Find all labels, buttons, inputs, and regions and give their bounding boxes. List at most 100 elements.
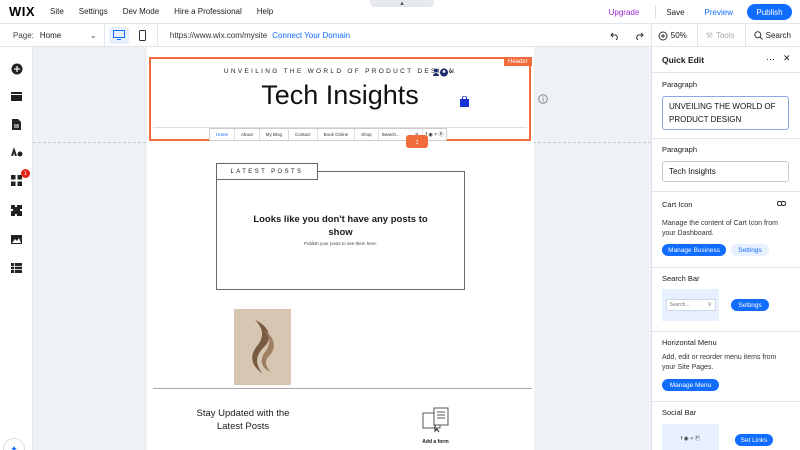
business-tools-button[interactable]	[8, 202, 25, 219]
nav-item-my-blog[interactable]: My Blog	[260, 129, 290, 140]
mini-search-field: Search... ⚲	[665, 299, 716, 311]
shopping-bag-icon	[460, 95, 469, 107]
decorative-image[interactable]	[234, 309, 291, 385]
puzzle-icon	[11, 205, 22, 216]
save-button[interactable]: Save	[666, 8, 684, 17]
editor-canvas[interactable]: Header UNVEILING THE WORLD OF PRODUCT DE…	[33, 47, 651, 450]
site-title[interactable]: Tech Insights	[153, 80, 527, 111]
preview-button[interactable]: Preview	[705, 8, 733, 17]
table-icon	[11, 262, 22, 273]
more-options-icon[interactable]: ⋯	[766, 54, 776, 65]
mobile-view-button[interactable]	[133, 27, 153, 44]
set-links-button[interactable]: Set Links	[735, 434, 773, 446]
section-divider	[153, 388, 532, 389]
menu-dev-mode[interactable]: Dev Mode	[123, 7, 159, 16]
publish-button[interactable]: Publish	[747, 4, 792, 20]
divider	[655, 5, 657, 19]
editor-toolbar: Page: Home ⌄ https://www.wix.com/mysite …	[0, 23, 800, 47]
info-circle-icon	[538, 94, 548, 104]
zoom-icon	[658, 31, 668, 40]
paragraph2-label: Paragraph	[662, 145, 698, 154]
pages-menus-button[interactable]	[8, 116, 25, 133]
desktop-view-button[interactable]	[108, 26, 129, 44]
left-sidebar: 1	[0, 47, 33, 450]
undo-button[interactable]	[603, 24, 627, 47]
site-design-button[interactable]	[8, 144, 25, 161]
account-icon	[433, 68, 453, 77]
add-form-icon[interactable]	[422, 407, 450, 435]
empty-posts-title: Looks like you don't have any posts to s…	[253, 214, 428, 238]
wix-logo[interactable]: WIX	[9, 4, 41, 19]
search-bar-preview[interactable]: Search... ⚲	[662, 289, 719, 321]
add-form-label[interactable]: Add a form	[413, 439, 458, 445]
site-search-placeholder: Search...	[381, 132, 400, 137]
top-menu: Site Settings Dev Mode Hire a Profession…	[50, 7, 288, 16]
menu-settings[interactable]: Settings	[79, 7, 108, 16]
paragraph1-input[interactable]: UNVEILING THE WORLD OF PRODUCT DESIGN	[662, 96, 789, 130]
login-widget[interactable]	[433, 68, 453, 77]
url-bar[interactable]: https://www.wix.com/mysite Connect Your …	[170, 27, 590, 44]
latest-posts-label: LATEST POSTS	[216, 163, 318, 180]
search-icon	[753, 31, 763, 40]
chevron-up-icon: ▲	[399, 0, 405, 7]
cart-icon-description: Manage the content of Cart Icon from you…	[662, 220, 778, 237]
panel-title: Quick Edit	[662, 54, 705, 65]
search-button[interactable]: Search	[753, 24, 800, 47]
search-settings-button[interactable]: Settings	[731, 299, 769, 311]
add-section-button[interactable]	[8, 88, 25, 105]
panel-divider	[652, 267, 800, 268]
stretch-handle[interactable]: ↕	[406, 135, 428, 148]
redo-icon	[635, 32, 644, 40]
nav-item-book-online[interactable]: Book Online	[318, 129, 356, 140]
panel-divider	[652, 401, 800, 402]
link-icon[interactable]	[777, 199, 786, 210]
panel-divider	[652, 191, 800, 192]
menu-hire-professional[interactable]: Hire a Professional	[174, 7, 242, 16]
form-icon	[422, 407, 449, 433]
search-icon: ⚲	[707, 302, 712, 308]
collapse-tab[interactable]: ▲	[370, 0, 434, 7]
chevron-down-icon[interactable]: ⌄	[90, 31, 104, 40]
media-button[interactable]	[8, 231, 25, 248]
nav-item-home[interactable]: Home	[210, 129, 236, 140]
nav-item-shop[interactable]: Shop	[355, 129, 379, 140]
empty-posts-subtitle: Publish your posts to see them here.	[303, 241, 378, 246]
horizontal-menu-label: Horizontal Menu	[662, 338, 717, 347]
sections-icon	[11, 92, 22, 101]
menu-help[interactable]: Help	[257, 7, 273, 16]
cart-icon-label: Cart Icon	[662, 200, 693, 209]
image-icon	[11, 235, 22, 244]
divider	[103, 23, 105, 47]
connect-domain-link[interactable]: Connect Your Domain	[272, 31, 350, 40]
cms-button[interactable]	[8, 259, 25, 276]
social-bar-preview[interactable]: f ◉ × Ⓟ	[662, 424, 719, 450]
manage-business-button[interactable]: Manage Business	[662, 244, 726, 256]
toolbar-right: 50% ⚒ Tools Search	[603, 24, 800, 47]
page-icon	[12, 119, 21, 130]
stay-updated-heading[interactable]: Stay Updated with the Latest Posts	[183, 408, 303, 433]
pinterest-icon: Ⓟ	[438, 132, 444, 138]
close-icon[interactable]: ✕	[783, 53, 791, 64]
mini-search-placeholder: Search...	[669, 302, 690, 308]
redo-button[interactable]	[627, 24, 651, 47]
apps-icon	[11, 175, 22, 186]
menu-site[interactable]: Site	[50, 7, 64, 16]
page-selector[interactable]: Home	[40, 31, 90, 40]
paragraph2-input[interactable]: Tech Insights	[662, 161, 789, 182]
page-label: Page:	[13, 30, 34, 40]
zoom-button[interactable]: 50%	[658, 24, 697, 47]
cart-widget[interactable]	[460, 95, 469, 109]
site-tagline[interactable]: UNVEILING THE WORLD OF PRODUCT DESIGN	[153, 68, 527, 75]
chain-link-icon	[777, 201, 786, 206]
search-bar-label: Search Bar	[662, 274, 700, 283]
search-label: Search	[765, 31, 791, 40]
upgrade-link[interactable]: Upgrade	[609, 8, 640, 17]
manage-menu-button[interactable]: Manage Menu	[662, 379, 719, 391]
nav-item-about[interactable]: About	[235, 129, 260, 140]
tools-button[interactable]: ⚒ Tools	[706, 24, 745, 47]
notification-badge: 1	[21, 169, 30, 178]
info-icon[interactable]	[538, 94, 548, 106]
nav-item-contact[interactable]: Contact	[289, 129, 318, 140]
add-elements-button[interactable]	[8, 60, 25, 77]
cart-settings-button[interactable]: Settings	[731, 244, 769, 256]
